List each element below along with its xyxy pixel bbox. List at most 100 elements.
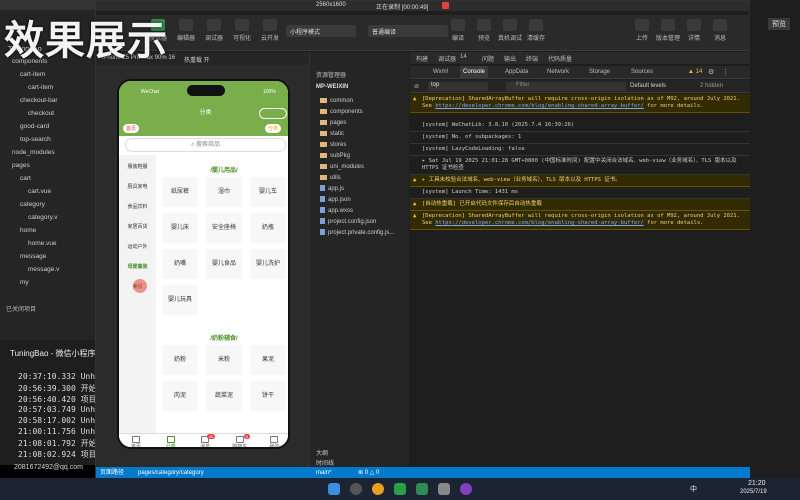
toolbar-button[interactable]: 清缓存 xyxy=(520,19,552,42)
devtools-tab[interactable]: Network xyxy=(544,66,572,79)
category-item[interactable]: 厨具家电 xyxy=(119,177,156,197)
tabbar-item[interactable]: 购物车 6 xyxy=(223,434,257,447)
timeline-section[interactable]: 时间线 xyxy=(316,458,334,467)
panel-tab[interactable]: 问题 xyxy=(482,54,494,63)
product-category-item[interactable]: 奶粉 xyxy=(162,345,198,375)
product-category-item[interactable]: 婴儿车 xyxy=(250,177,286,207)
product-category-item[interactable]: 湿巾 xyxy=(206,177,242,207)
explorer-root[interactable]: MP-WEIXIN xyxy=(316,84,348,90)
log-link[interactable]: https://developer.chrome.com/blog/enabli… xyxy=(435,103,644,109)
product-category-item[interactable]: 饼干 xyxy=(250,381,286,411)
explorer-item[interactable]: app.wxss xyxy=(310,206,410,217)
tab-badge: 6 xyxy=(243,434,250,439)
context-select[interactable]: top xyxy=(428,82,488,91)
product-category-item[interactable]: 纸尿裤 xyxy=(162,177,198,207)
filter-input[interactable]: Filter xyxy=(506,82,626,91)
panel-tab[interactable]: 构建 xyxy=(416,54,428,63)
category-item[interactable]: 食品饮料 xyxy=(119,197,156,217)
hot-reload-toggle[interactable]: 热重载 开 xyxy=(184,55,210,64)
category-item[interactable]: 母婴童装 xyxy=(119,257,156,277)
explorer-app-icon[interactable] xyxy=(438,483,450,495)
devtools-tab[interactable]: Console xyxy=(460,66,489,79)
product-category-item[interactable]: 蔬菜泥 xyxy=(206,381,242,411)
product-category-item[interactable]: 婴儿床 xyxy=(162,213,198,243)
more-menu-icon[interactable]: ⋮ xyxy=(722,68,729,76)
product-category-item[interactable]: 婴儿洗护 xyxy=(250,249,286,279)
explorer-item[interactable]: stores xyxy=(310,140,410,151)
hbuilder-icon[interactable] xyxy=(394,483,406,495)
start-icon[interactable] xyxy=(328,483,340,495)
devtools-tab[interactable]: Wxml xyxy=(430,66,451,79)
product-category-item[interactable]: 米粉 xyxy=(206,345,242,375)
capsule-menu-icon[interactable] xyxy=(259,108,287,119)
product-category-item[interactable]: 奶嘴 xyxy=(162,249,198,279)
compile-select[interactable]: 普通编译 xyxy=(368,25,448,37)
devtools-tab[interactable]: AppData xyxy=(502,66,531,79)
explorer-item[interactable]: static xyxy=(310,129,410,140)
panel-tab[interactable]: 输出 xyxy=(504,54,516,63)
log-text: [自动热重载] 已开启代码文件保存后自动热重载 xyxy=(422,201,542,207)
panel-tab[interactable]: 代码质量 xyxy=(548,54,572,63)
product-category-item[interactable]: 果泥 xyxy=(250,345,286,375)
explorer-item[interactable]: project.private.config.js... xyxy=(310,228,410,239)
explorer-item[interactable]: utils xyxy=(310,173,410,184)
toolbar-icon xyxy=(207,19,221,31)
toolbar-icon xyxy=(687,19,701,31)
toolbar-button[interactable]: 消息 xyxy=(704,19,736,42)
recording-status: 正在录制 [00:00:49] xyxy=(376,5,429,11)
clock-time[interactable]: 21:20 xyxy=(748,480,766,487)
devtools-tab[interactable]: Storage xyxy=(586,66,613,79)
clear-console-icon[interactable]: ⊘ xyxy=(414,83,419,90)
folder-icon xyxy=(320,163,327,169)
category-item[interactable]: 服装鞋服 xyxy=(119,157,156,177)
recorder-icon[interactable] xyxy=(460,483,472,495)
home-pill[interactable]: 首页 xyxy=(123,124,140,133)
explorer-item[interactable]: project.config.json xyxy=(310,217,410,228)
account-label[interactable]: 2081672492@qq.com xyxy=(14,464,83,471)
explorer-panel: 资源管理器 MP-WEIXIN common components pages sta… xyxy=(309,52,409,467)
tabbar-item[interactable]: 分类 xyxy=(154,436,188,447)
explorer-item[interactable]: app.js xyxy=(310,184,410,195)
explorer-item[interactable]: app.json xyxy=(310,195,410,206)
product-category-item[interactable]: 奶瓶 xyxy=(250,213,286,243)
product-category-item[interactable]: 婴儿食品 xyxy=(206,249,242,279)
hidden-count: 2 hidden xyxy=(700,83,724,89)
toolbar-button[interactable]: 云开发 xyxy=(254,19,286,42)
explorer-item-label: app.wxss xyxy=(328,208,354,214)
mode-select[interactable]: 小程序模式 xyxy=(286,25,356,37)
explorer-item[interactable]: uni_modules xyxy=(310,162,410,173)
chrome-icon[interactable] xyxy=(372,483,384,495)
category-item[interactable]: 家居百货 xyxy=(119,217,156,237)
clock-date[interactable]: 2025/7/19 xyxy=(740,489,767,495)
explorer-item-label: uni_modules xyxy=(330,164,365,170)
explorer-item[interactable]: subPkg xyxy=(310,151,410,162)
category-pill[interactable]: 分类 xyxy=(265,124,282,133)
wechat-devtools-icon[interactable] xyxy=(416,483,428,495)
preview-button[interactable]: 预览 xyxy=(768,18,790,30)
devtools-tab[interactable]: Sources xyxy=(628,66,656,79)
settings-gear-icon[interactable]: ⚙ xyxy=(708,68,714,76)
product-category-item[interactable]: 婴儿玩具 xyxy=(162,285,198,315)
panel-tab[interactable]: 14 xyxy=(460,54,467,60)
explorer-item[interactable]: common xyxy=(310,96,410,107)
category-item[interactable]: 运动户外 xyxy=(119,237,156,257)
search-input[interactable]: ⌕ 搜索商品 xyxy=(125,138,286,152)
search-task-icon[interactable] xyxy=(350,483,362,495)
tabbar-item[interactable]: 消息 40 xyxy=(188,434,222,447)
warn-counter[interactable]: ▲ 14 xyxy=(688,69,702,75)
tabbar-item[interactable]: 我的 xyxy=(257,436,288,447)
explorer-item[interactable]: pages xyxy=(310,118,410,129)
toolbar-label: 编译 xyxy=(451,36,464,42)
product-category-item[interactable]: 安全座椅 xyxy=(206,213,242,243)
log-link[interactable]: https://developer.chrome.com/blog/enabli… xyxy=(435,220,644,226)
levels-select[interactable]: Default levels xyxy=(630,83,666,89)
panel-tab[interactable]: 调试器 xyxy=(438,54,456,63)
panel-tab[interactable]: 终端 xyxy=(526,54,538,63)
tabbar-item[interactable]: 首页 xyxy=(119,436,153,447)
outline-section[interactable]: 大纲 xyxy=(316,448,328,457)
explorer-item[interactable]: components xyxy=(310,107,410,118)
stop-record-icon[interactable] xyxy=(442,2,449,9)
product-category-item[interactable]: 肉泥 xyxy=(162,381,198,411)
phone-tabbar: 首页 分类 消息 40 购物车 6 我的 xyxy=(119,433,288,447)
ime-indicator[interactable]: 中 xyxy=(690,484,697,494)
